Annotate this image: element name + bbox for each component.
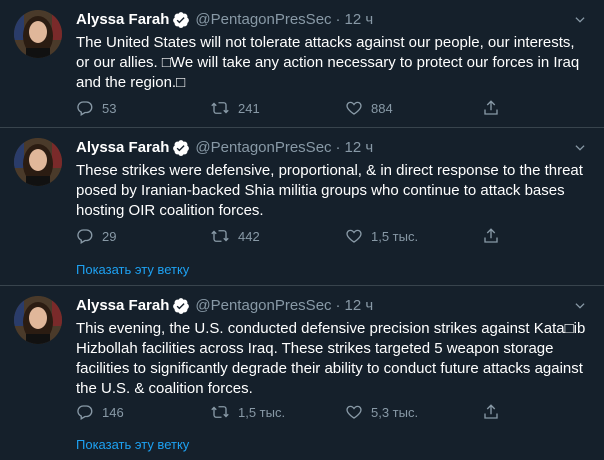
avatar-image — [14, 138, 62, 186]
chevron-down-icon[interactable] — [570, 10, 590, 30]
show-thread-link[interactable]: Показать эту ветку — [76, 437, 189, 452]
reply-icon — [76, 403, 94, 421]
retweet-icon — [210, 99, 230, 117]
timestamp[interactable]: 12 ч — [345, 296, 374, 316]
reply-count: 146 — [102, 404, 124, 420]
avatar-image — [14, 296, 62, 344]
share-button[interactable] — [482, 98, 500, 118]
tweet-header: Alyssa Farah @PentagonPresSec · 12 ч — [76, 10, 590, 30]
author-handle[interactable]: @PentagonPresSec — [195, 296, 331, 316]
timestamp[interactable]: 12 ч — [345, 10, 374, 30]
reply-button[interactable]: 29 — [76, 226, 116, 246]
reply-count: 29 — [102, 228, 117, 244]
like-button[interactable]: 5,3 тыс. — [345, 402, 418, 422]
chevron-down-icon[interactable] — [570, 296, 590, 316]
tweet-header: Alyssa Farah @PentagonPresSec · 12 ч — [76, 296, 590, 316]
separator-dot: · — [335, 11, 341, 28]
avatar[interactable] — [14, 296, 62, 344]
tweet-actions: 29 442 1,5 тыс. — [76, 226, 506, 246]
reply-icon — [76, 227, 94, 245]
timestamp[interactable]: 12 ч — [345, 138, 374, 158]
like-count: 884 — [371, 100, 393, 116]
like-count: 5,3 тыс. — [371, 404, 419, 420]
verified-badge-icon — [172, 139, 190, 157]
retweet-icon — [210, 403, 230, 421]
retweet-button[interactable]: 1,5 тыс. — [210, 402, 285, 422]
tweet-text: These strikes were defensive, proportion… — [76, 162, 583, 219]
share-button[interactable] — [482, 226, 500, 246]
tweet[interactable]: Alyssa Farah @PentagonPresSec · 12 ч Thi… — [0, 286, 604, 460]
heart-icon — [345, 99, 363, 117]
reply-icon — [76, 99, 94, 117]
retweet-count: 442 — [238, 228, 260, 244]
retweet-button[interactable]: 241 — [210, 98, 260, 118]
tweet[interactable]: Alyssa Farah @PentagonPresSec · 12 ч The… — [0, 0, 604, 128]
tweet-text: The United States will not tolerate atta… — [76, 34, 580, 91]
avatar[interactable] — [14, 138, 62, 186]
tweet-actions: 146 1,5 тыс. 5,3 тыс. — [76, 402, 506, 422]
like-button[interactable]: 1,5 тыс. — [345, 226, 418, 246]
verified-badge-icon — [172, 297, 190, 315]
show-thread-link[interactable]: Показать эту ветку — [76, 262, 189, 277]
tweet-text: This evening, the U.S. conducted defensi… — [76, 320, 586, 397]
tweet-actions: 53 241 884 — [76, 98, 506, 118]
author-handle[interactable]: @PentagonPresSec — [195, 138, 331, 158]
author-name[interactable]: Alyssa Farah — [76, 10, 169, 30]
verified-badge-icon — [172, 11, 190, 29]
reply-button[interactable]: 146 — [76, 402, 124, 422]
heart-icon — [345, 227, 363, 245]
reply-count: 53 — [102, 100, 117, 116]
separator-dot: · — [335, 297, 341, 314]
like-button[interactable]: 884 — [345, 98, 393, 118]
separator-dot: · — [335, 139, 341, 156]
retweet-count: 241 — [238, 100, 260, 116]
retweet-icon — [210, 227, 230, 245]
tweet[interactable]: Alyssa Farah @PentagonPresSec · 12 ч The… — [0, 128, 604, 286]
chevron-down-icon[interactable] — [570, 138, 590, 158]
share-icon — [482, 99, 500, 117]
reply-button[interactable]: 53 — [76, 98, 116, 118]
author-handle[interactable]: @PentagonPresSec — [195, 10, 331, 30]
share-icon — [482, 227, 500, 245]
avatar[interactable] — [14, 10, 62, 58]
like-count: 1,5 тыс. — [371, 228, 419, 244]
share-icon — [482, 403, 500, 421]
avatar-image — [14, 10, 62, 58]
heart-icon — [345, 403, 363, 421]
share-button[interactable] — [482, 402, 500, 422]
retweet-count: 1,5 тыс. — [238, 404, 286, 420]
tweet-header: Alyssa Farah @PentagonPresSec · 12 ч — [76, 138, 590, 158]
author-name[interactable]: Alyssa Farah — [76, 138, 169, 158]
retweet-button[interactable]: 442 — [210, 226, 260, 246]
author-name[interactable]: Alyssa Farah — [76, 296, 169, 316]
